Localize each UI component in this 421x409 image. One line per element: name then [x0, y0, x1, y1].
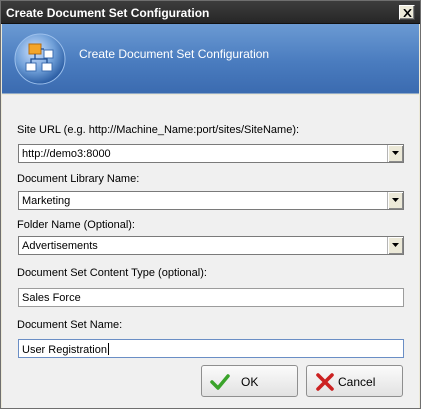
- folder-name-combo[interactable]: Advertisements: [18, 236, 404, 255]
- document-set-name-label: Document Set Name:: [17, 319, 123, 331]
- header-title: Create Document Set Configuration: [79, 47, 270, 61]
- title-bar[interactable]: Create Document Set Configuration: [1, 1, 420, 24]
- site-url-label: Site URL (e.g. http://Machine_Name:port/…: [17, 124, 300, 136]
- ok-button[interactable]: OK: [201, 365, 298, 397]
- chevron-down-icon: [392, 198, 399, 202]
- document-library-dropdown-button[interactable]: [387, 192, 403, 209]
- document-set-name-input[interactable]: User Registration: [18, 339, 404, 358]
- document-set-name-text: User Registration: [22, 343, 109, 356]
- document-set-name-value: User Registration: [22, 344, 107, 356]
- chevron-down-icon: [392, 243, 399, 247]
- text-caret: [107, 343, 109, 355]
- folder-name-dropdown-button[interactable]: [387, 237, 403, 254]
- ok-button-label: OK: [241, 375, 259, 389]
- header-banner: Create Document Set Configuration: [2, 24, 419, 94]
- window-title: Create Document Set Configuration: [6, 6, 210, 20]
- form-panel: Site URL (e.g. http://Machine_Name:port/…: [2, 95, 419, 408]
- site-url-value: http://demo3:8000: [22, 148, 111, 160]
- chevron-down-icon: [392, 151, 399, 155]
- folder-name-label: Folder Name (Optional):: [17, 219, 135, 231]
- site-url-dropdown-button[interactable]: [387, 145, 403, 162]
- document-library-label: Document Library Name:: [17, 173, 140, 185]
- cancel-button-label: Cancel: [338, 375, 376, 389]
- folder-name-value: Advertisements: [22, 240, 98, 252]
- content-type-input[interactable]: Sales Force: [18, 288, 404, 307]
- close-button[interactable]: [399, 5, 415, 20]
- document-library-value: Marketing: [22, 195, 71, 207]
- dialog-window: Create Document Set Configuration Create…: [0, 0, 421, 409]
- document-structure-icon: [14, 33, 66, 85]
- document-library-combo[interactable]: Marketing: [18, 191, 404, 210]
- content-type-label: Document Set Content Type (optional):: [17, 267, 207, 279]
- cancel-button[interactable]: Cancel: [306, 365, 403, 397]
- x-mark-icon: [316, 373, 334, 391]
- content-type-value: Sales Force: [22, 292, 81, 304]
- checkmark-icon: [210, 374, 230, 390]
- close-icon: [403, 9, 412, 17]
- site-url-combo[interactable]: http://demo3:8000: [18, 144, 404, 163]
